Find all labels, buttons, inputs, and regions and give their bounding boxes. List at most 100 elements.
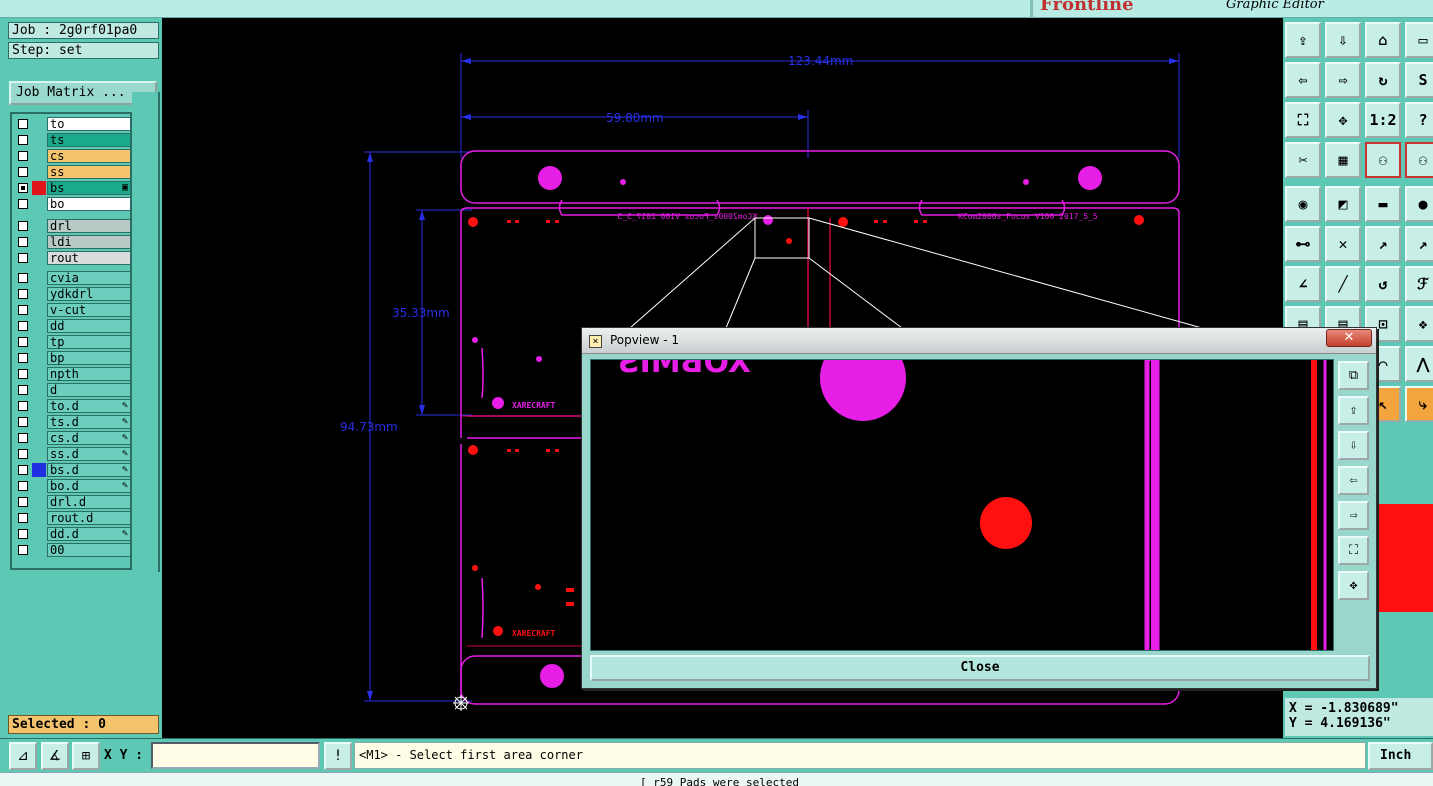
pan-left-icon[interactable]: ⇦ [1285, 62, 1321, 98]
layer-checkbox[interactable] [18, 433, 28, 443]
layer-row-npth[interactable]: npth [14, 366, 131, 382]
popview-pan-up-icon[interactable]: ⇪ [1338, 396, 1369, 425]
layer-checkbox[interactable] [18, 369, 28, 379]
pan-down-icon[interactable]: ⇩ [1325, 22, 1361, 58]
layer-checkbox[interactable] [18, 151, 28, 161]
layer-checkbox[interactable] [18, 481, 28, 491]
layer-row-cs[interactable]: cs [14, 148, 131, 164]
arc-icon[interactable]: ↺ [1365, 266, 1401, 302]
wave-icon[interactable]: ⋀ [1405, 346, 1433, 382]
layer-checkbox[interactable] [18, 401, 28, 411]
tool-r8c4-icon[interactable]: ❖ [1405, 306, 1433, 342]
measure-snap-icon[interactable]: ⊿ [9, 742, 37, 770]
layer-row-to-d[interactable]: to.d ✎ [14, 398, 131, 414]
pan-right-icon[interactable]: ⇨ [1325, 62, 1361, 98]
layer-row-bp[interactable]: bp [14, 350, 131, 366]
layer-checkbox[interactable] [18, 221, 28, 231]
popview-zoom-window-icon[interactable]: ⧉ [1338, 361, 1369, 390]
layer-checkbox[interactable] [18, 289, 28, 299]
popview-close-button[interactable]: Close [590, 655, 1370, 681]
popview-close-x-button[interactable]: ✕ [1326, 329, 1372, 347]
layer-row-bs-d[interactable]: bs.d ✎ [14, 462, 131, 478]
layer-row-dd[interactable]: dd [14, 318, 131, 334]
layer-row-tp[interactable]: tp [14, 334, 131, 350]
layer-row-bs[interactable]: bs ▣ [14, 180, 131, 196]
pad-icon[interactable]: ● [1405, 186, 1433, 222]
layer-checkbox[interactable] [18, 135, 28, 145]
layer-checkbox[interactable] [18, 305, 28, 315]
layer-checkbox[interactable] [18, 337, 28, 347]
grid-snap-icon[interactable]: ⊞ [72, 742, 100, 770]
popview-zoom-fit-icon[interactable]: ⛶ [1338, 536, 1369, 565]
grid-icon[interactable]: ▦ [1325, 142, 1361, 178]
node-link-icon[interactable]: ↗ [1405, 226, 1433, 262]
angle-icon[interactable]: ∠ [1285, 266, 1321, 302]
layer-checkbox[interactable] [18, 465, 28, 475]
measure-icon[interactable]: ✂ [1285, 142, 1321, 178]
layer-checkbox[interactable] [18, 167, 28, 177]
zoom-fit-icon[interactable]: ⛶ [1285, 102, 1321, 138]
window-icon[interactable]: ▭ [1405, 22, 1433, 58]
help-icon[interactable]: ? [1405, 102, 1433, 138]
angle-snap-icon[interactable]: ∡ [41, 742, 69, 770]
pan-up-icon[interactable]: ⇪ [1285, 22, 1321, 58]
layer-checkbox[interactable] [18, 119, 28, 129]
layer-row-drl[interactable]: drl [14, 218, 131, 234]
select-icon[interactable]: ◉ [1285, 186, 1321, 222]
layer-checkbox[interactable] [18, 449, 28, 459]
popview-canvas[interactable]: XOBMIS [590, 359, 1334, 651]
popview-pan-right-icon[interactable]: ⇨ [1338, 501, 1369, 530]
connect-icon[interactable]: ⚇ [1365, 142, 1401, 178]
layer-row-cvia[interactable]: cvia [14, 270, 131, 286]
layer-row-d[interactable]: d [14, 382, 131, 398]
redraw-icon[interactable]: ↻ [1365, 62, 1401, 98]
layer-row-ts[interactable]: ts [14, 132, 131, 148]
layer-checkbox[interactable] [18, 253, 28, 263]
scale-one-to-two-icon[interactable]: 1:2 [1365, 102, 1401, 138]
layer-row-cs-d[interactable]: cs.d ✎ [14, 430, 131, 446]
popview-pan-down-icon[interactable]: ⇩ [1338, 431, 1369, 460]
layer-checkbox[interactable] [18, 545, 28, 555]
layer-checkbox[interactable] [18, 183, 28, 193]
slash-icon[interactable]: ╱ [1325, 266, 1361, 302]
layer-checkbox[interactable] [18, 199, 28, 209]
xy-input[interactable] [151, 742, 320, 769]
layer-row-ts-d[interactable]: ts.d ✎ [14, 414, 131, 430]
draw-line-icon[interactable]: ◩ [1325, 186, 1361, 222]
node-move-icon[interactable]: ↗ [1365, 226, 1401, 262]
text-mirror-icon[interactable]: ℱ [1405, 266, 1433, 302]
popview-titlebar[interactable]: × Popview - 1 ✕ [582, 328, 1376, 354]
home-icon[interactable]: ⌂ [1365, 22, 1401, 58]
layer-row-ldi[interactable]: ldi [14, 234, 131, 250]
layer-row-bo-d[interactable]: bo.d ✎ [14, 478, 131, 494]
layer-row-drl-d[interactable]: drl.d [14, 494, 131, 510]
layer-row-rout[interactable]: rout [14, 250, 131, 266]
layer-checkbox[interactable] [18, 353, 28, 363]
net-icon[interactable]: ⚇ [1405, 142, 1433, 178]
layer-row-v-cut[interactable]: v-cut [14, 302, 131, 318]
layer-checkbox[interactable] [18, 237, 28, 247]
popview-pan-left-icon[interactable]: ⇦ [1338, 466, 1369, 495]
layer-row-ydkdrl[interactable]: ydkdrl [14, 286, 131, 302]
layer-row-ss-d[interactable]: ss.d ✎ [14, 446, 131, 462]
layer-checkbox[interactable] [18, 321, 28, 331]
layer-row-dd-d[interactable]: dd.d ✎ [14, 526, 131, 542]
layer-row-00[interactable]: 00 [14, 542, 131, 558]
layer-checkbox[interactable] [18, 513, 28, 523]
layer-row-bo[interactable]: bo [14, 196, 131, 212]
layer-checkbox[interactable] [18, 529, 28, 539]
layer-checkbox[interactable] [18, 497, 28, 507]
route-icon[interactable]: ⤷ [1405, 386, 1433, 422]
popview-zoom-center-icon[interactable]: ✥ [1338, 571, 1369, 600]
layer-row-rout-d[interactable]: rout.d [14, 510, 131, 526]
ruler-icon[interactable]: ▬ [1365, 186, 1401, 222]
layer-checkbox[interactable] [18, 417, 28, 427]
node-connect-icon[interactable]: ⊷ [1285, 226, 1321, 262]
layer-checkbox[interactable] [18, 385, 28, 395]
alert-icon[interactable]: ! [324, 742, 352, 770]
snap-icon[interactable]: S [1405, 62, 1433, 98]
zoom-center-icon[interactable]: ✥ [1325, 102, 1361, 138]
cross-icon[interactable]: ✕ [1325, 226, 1361, 262]
layer-row-to[interactable]: to [14, 116, 131, 132]
unit-selector[interactable]: Inch [1368, 742, 1433, 770]
